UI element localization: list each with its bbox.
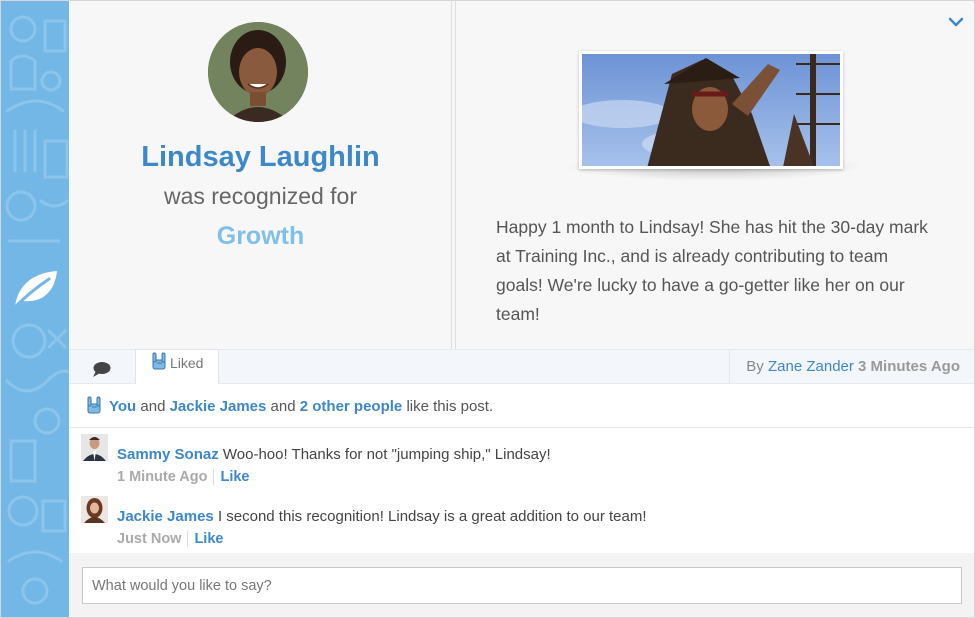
comment-time: 1 Minute Ago bbox=[117, 469, 215, 485]
comment-text-line: Jackie James I second this recognition! … bbox=[117, 508, 647, 525]
post-message: Happy 1 month to Lindsay! She has hit th… bbox=[496, 217, 928, 324]
comment-meta: 1 Minute Ago Like bbox=[117, 469, 250, 485]
comment-like-button[interactable]: Like bbox=[188, 531, 223, 547]
rock-hand-icon bbox=[152, 352, 166, 370]
recipient-panel: Lindsay Laughlin was recognized for Grow… bbox=[69, 1, 452, 349]
commenter-photo bbox=[81, 496, 108, 523]
tab-liked[interactable]: Liked bbox=[135, 349, 219, 385]
likes-person-link[interactable]: Jackie James bbox=[170, 398, 267, 415]
byline-prefix: By bbox=[746, 358, 764, 375]
post-panel: Happy 1 month to Lindsay! She has hit th… bbox=[455, 1, 974, 349]
likes-text: You and Jackie James and 2 other people … bbox=[109, 398, 493, 415]
avatar[interactable] bbox=[81, 434, 108, 461]
comment-list: Sammy Sonaz Woo-hoo! Thanks for not "jum… bbox=[69, 428, 974, 553]
rock-hand-icon bbox=[87, 396, 101, 414]
likes-summary: You and Jackie James and 2 other people … bbox=[69, 384, 974, 428]
post-byline: By Zane Zander 3 Minutes Ago bbox=[729, 350, 974, 384]
speech-bubble-icon bbox=[93, 362, 111, 377]
post-gif[interactable] bbox=[579, 51, 843, 169]
byline-author[interactable]: Zane Zander bbox=[768, 358, 854, 375]
reply-area bbox=[69, 553, 974, 617]
recognition-header: Lindsay Laughlin was recognized for Grow… bbox=[69, 1, 974, 349]
likes-and-2: and bbox=[270, 398, 296, 415]
comment-text-line: Sammy Sonaz Woo-hoo! Thanks for not "jum… bbox=[117, 446, 551, 463]
pirate-gif-image bbox=[582, 54, 840, 166]
commenter-photo bbox=[81, 434, 108, 461]
comment-author[interactable]: Jackie James bbox=[117, 508, 214, 525]
post-tab-bar: Liked By Zane Zander 3 Minutes Ago bbox=[69, 349, 974, 385]
chevron-down-icon[interactable] bbox=[948, 15, 964, 29]
recognized-value: Growth bbox=[216, 222, 305, 250]
comment-body: I second this recognition! Lindsay is a … bbox=[217, 508, 647, 525]
tab-liked-label: Liked bbox=[170, 355, 204, 371]
comment-author[interactable]: Sammy Sonaz bbox=[117, 446, 219, 463]
comment-meta: Just Now Like bbox=[117, 531, 223, 547]
leaf-icon bbox=[13, 271, 57, 309]
tab-comments[interactable] bbox=[69, 350, 135, 384]
recipient-avatar[interactable] bbox=[208, 22, 308, 122]
comment-input[interactable] bbox=[82, 567, 962, 604]
comment-time: Just Now bbox=[117, 531, 189, 547]
byline-time: 3 Minutes Ago bbox=[858, 358, 960, 375]
recognized-for-text: was recognized for bbox=[163, 183, 358, 209]
portrait-image bbox=[208, 22, 308, 122]
avatar[interactable] bbox=[81, 496, 108, 523]
likes-others-link[interactable]: 2 other people bbox=[300, 398, 403, 415]
likes-and-1: and bbox=[140, 398, 166, 415]
recipient-name[interactable]: Lindsay Laughlin bbox=[69, 141, 452, 174]
category-strip bbox=[1, 1, 69, 617]
likes-you-link[interactable]: You bbox=[109, 398, 136, 415]
recognition-card: Lindsay Laughlin was recognized for Grow… bbox=[0, 0, 975, 618]
comment-body: Woo-hoo! Thanks for not "jumping ship," … bbox=[222, 446, 551, 463]
comment-like-button[interactable]: Like bbox=[214, 469, 249, 485]
likes-suffix: like this post. bbox=[406, 398, 494, 415]
